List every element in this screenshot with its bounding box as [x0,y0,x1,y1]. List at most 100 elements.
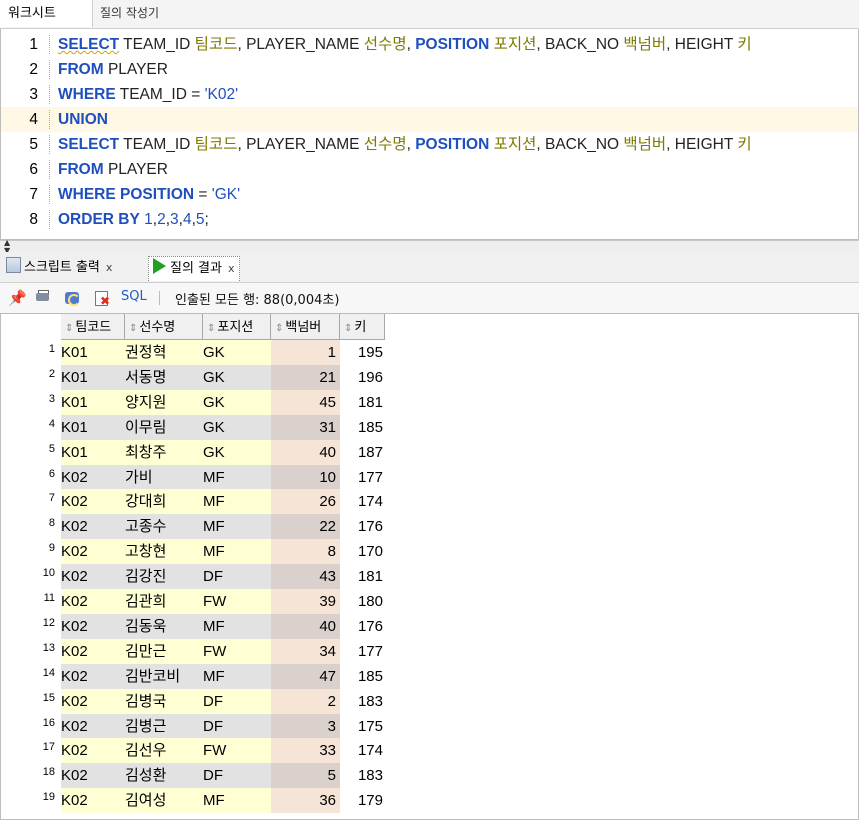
code-line[interactable]: 4 UNION [1,107,858,132]
cell-height[interactable]: 183 [340,689,385,714]
row-number[interactable]: 8 [1,514,55,532]
cell-position[interactable]: FW [203,589,271,614]
row-number[interactable]: 11 [1,589,55,607]
cell-back-no[interactable]: 40 [271,613,340,639]
cell-position[interactable]: GK [203,389,271,415]
cell-height[interactable]: 180 [340,589,385,614]
cell-back-no[interactable]: 36 [271,788,340,814]
row-number[interactable]: 13 [1,639,55,657]
cell-position[interactable]: DF [203,688,271,714]
cell-height[interactable]: 174 [340,738,385,763]
cell-player-name[interactable]: 고창현 [125,539,203,565]
code-text[interactable]: WHERE TEAM_ID = 'K02' [58,82,238,107]
cell-team-code[interactable]: K01 [61,340,125,365]
cell-position[interactable]: DF [203,564,271,590]
cell-team-code[interactable]: K02 [61,464,125,490]
cell-team-code[interactable]: K02 [61,738,125,764]
code-text[interactable]: FROM PLAYER [58,57,168,82]
sort-icon[interactable]: ⇕ [129,323,137,334]
cell-back-no[interactable]: 8 [271,539,340,565]
cell-height[interactable]: 195 [340,340,385,365]
row-number[interactable]: 17 [1,738,55,756]
row-number[interactable]: 19 [1,788,55,806]
cell-player-name[interactable]: 이무림 [125,414,203,440]
cell-team-code[interactable]: K02 [61,713,125,739]
cell-team-code[interactable]: K02 [61,489,125,515]
cell-back-no[interactable]: 1 [271,340,340,365]
cell-team-code[interactable]: K01 [61,364,125,390]
code-line[interactable]: 6 FROM PLAYER [1,157,858,182]
row-number[interactable]: 15 [1,689,55,707]
cell-height[interactable]: 176 [340,514,385,539]
code-line[interactable]: 2 FROM PLAYER [1,57,858,82]
row-number[interactable]: 4 [1,415,55,433]
cell-player-name[interactable]: 김반코비 [125,663,203,689]
cell-height[interactable]: 176 [340,614,385,639]
row-number[interactable]: 2 [1,365,55,383]
cell-height[interactable]: 179 [340,788,385,813]
cell-team-code[interactable]: K02 [61,663,125,689]
row-number[interactable]: 6 [1,465,55,483]
column-header-height[interactable]: ⇕ 키 [340,314,385,340]
row-number[interactable]: 5 [1,440,55,458]
cell-team-code[interactable]: K01 [61,439,125,465]
tab-worksheet[interactable]: 워크시트 [0,0,93,27]
cell-back-no[interactable]: 45 [271,389,340,415]
export-icon[interactable]: ✖ [94,290,111,307]
sort-icon[interactable]: ⇕ [207,323,215,334]
cell-back-no[interactable]: 21 [271,364,340,390]
cell-player-name[interactable]: 김동욱 [125,613,203,639]
cell-height[interactable]: 177 [340,465,385,490]
sql-button[interactable]: SQL [121,289,147,304]
cell-height[interactable]: 185 [340,415,385,440]
column-header-position[interactable]: ⇕ 포지션 [203,314,271,340]
cell-position[interactable]: DF [203,713,271,739]
cell-height[interactable]: 174 [340,489,385,514]
cell-player-name[interactable]: 양지원 [125,389,203,415]
cell-team-code[interactable]: K02 [61,589,125,614]
cell-position[interactable]: MF [203,489,271,515]
tab-query-builder[interactable]: 질의 작성기 [92,0,167,27]
cell-team-code[interactable]: K02 [61,788,125,814]
code-text[interactable]: ORDER BY 1,2,3,4,5; [58,207,209,232]
sort-icon[interactable]: ⇕ [65,323,73,334]
cell-back-no[interactable]: 2 [271,688,340,714]
cell-team-code[interactable]: K02 [61,688,125,714]
cell-position[interactable]: FW [203,738,271,764]
cell-player-name[interactable]: 고종수 [125,514,203,540]
cell-team-code[interactable]: K02 [61,514,125,540]
row-number[interactable]: 3 [1,390,55,408]
tab-script-output[interactable]: 스크립트 출력 x [6,256,112,280]
code-line[interactable]: 7 WHERE POSITION = 'GK' [1,182,858,207]
cell-back-no[interactable]: 43 [271,564,340,590]
refresh-icon[interactable] [64,290,81,306]
cell-back-no[interactable]: 26 [271,489,340,515]
cell-team-code[interactable]: K01 [61,389,125,415]
sort-icon[interactable]: ⇕ [275,323,283,334]
column-header-back-no[interactable]: ⇕ 백넘버 [271,314,340,340]
cell-player-name[interactable]: 김강진 [125,564,203,590]
row-number[interactable]: 7 [1,489,55,507]
code-line[interactable]: 1 SELECT TEAM_ID 팀코드, PLAYER_NAME 선수명, PO… [1,32,858,57]
close-icon[interactable]: x [228,262,235,275]
cell-player-name[interactable]: 권정혁 [125,340,203,365]
cell-player-name[interactable]: 김병국 [125,688,203,714]
print-icon[interactable] [34,290,51,306]
code-text[interactable]: SELECT TEAM_ID 팀코드, PLAYER_NAME 선수명, POS… [58,32,752,57]
cell-team-code[interactable]: K02 [61,613,125,639]
row-number[interactable]: 12 [1,614,55,632]
cell-back-no[interactable]: 40 [271,439,340,465]
code-line[interactable]: 5 SELECT TEAM_ID 팀코드, PLAYER_NAME 선수명, PO… [1,132,858,157]
cell-back-no[interactable]: 10 [271,464,340,490]
cell-position[interactable]: MF [203,663,271,689]
code-line[interactable]: 8 ORDER BY 1,2,3,4,5; [1,207,858,232]
column-header-team-code[interactable]: ⇕ 팀코드 [61,314,125,340]
sql-editor[interactable]: 1 SELECT TEAM_ID 팀코드, PLAYER_NAME 선수명, PO… [0,29,859,240]
row-number[interactable]: 18 [1,763,55,781]
result-grid[interactable]: ⇕ 팀코드 ⇕ 선수명 ⇕ 포지션 ⇕ 백넘버 ⇕ 키 1 K01 권정혁 GK 1 195 2 K01 서동명 GK… [0,314,859,820]
row-number[interactable]: 14 [1,664,55,682]
cell-position[interactable]: MF [203,613,271,639]
code-text[interactable]: WHERE POSITION = 'GK' [58,182,240,207]
close-icon[interactable]: x [106,261,113,274]
cell-position[interactable]: MF [203,788,271,814]
